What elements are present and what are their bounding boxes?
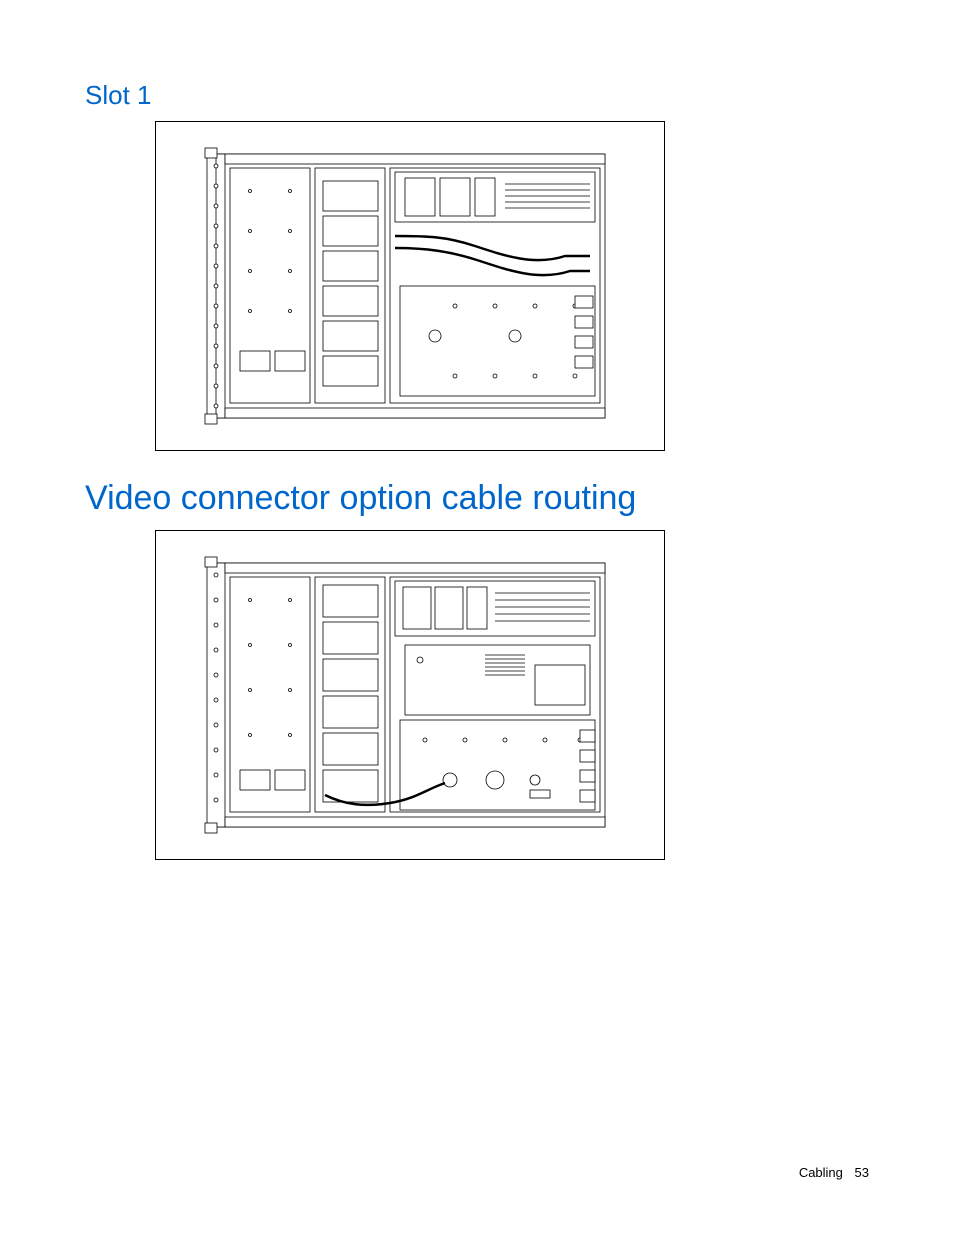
footer-section: Cabling xyxy=(799,1165,843,1180)
footer-page-number: 53 xyxy=(855,1165,869,1180)
page-footer: Cabling 53 xyxy=(799,1165,869,1180)
slot-heading: Slot 1 xyxy=(85,80,869,111)
figure-slot1 xyxy=(155,121,665,451)
server-chassis-slot1-diagram xyxy=(195,136,625,436)
figure-video-connector xyxy=(155,530,665,860)
video-heading: Video connector option cable routing xyxy=(85,479,869,518)
server-chassis-video-diagram xyxy=(195,545,625,845)
